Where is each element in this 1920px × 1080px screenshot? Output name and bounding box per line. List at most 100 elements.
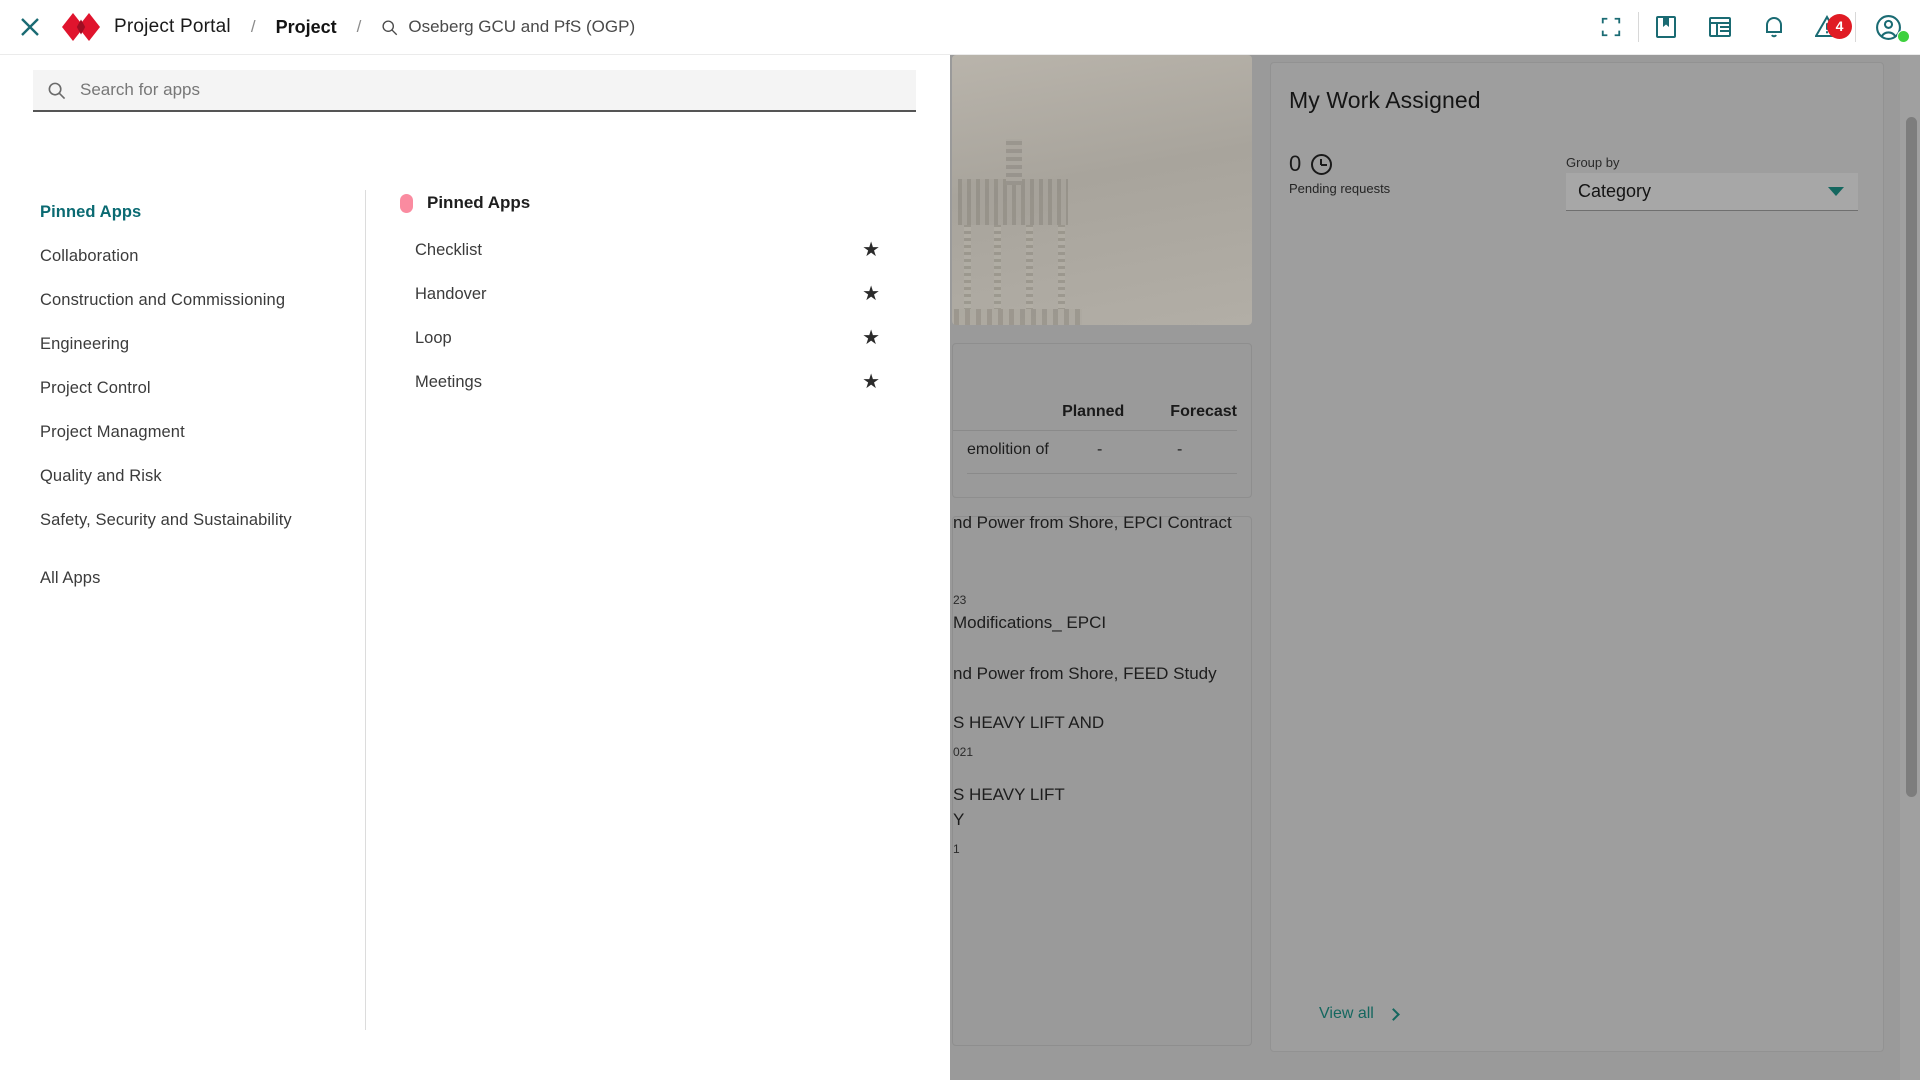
list-item-sub: 23: [953, 593, 967, 607]
list-item-title: nd Power from Shore, FEED Study: [953, 664, 1217, 683]
alerts-count-badge: 4: [1827, 13, 1852, 39]
list-item-sub: 021: [953, 745, 974, 759]
search-icon: [382, 19, 398, 35]
group-by-select[interactable]: Category: [1566, 173, 1858, 211]
sidebar-item-pinned-apps[interactable]: Pinned Apps: [40, 190, 330, 234]
category-label: Project Managment: [40, 422, 185, 441]
topbar-actions: 4: [1584, 0, 1920, 54]
table-cell-planned: -: [1097, 441, 1103, 458]
list-item-title: S HEAVY LIFT: [953, 785, 1065, 804]
app-name: Meetings: [415, 372, 482, 391]
pending-requests-label: Pending requests: [1289, 181, 1391, 196]
sidebar-item-all-apps[interactable]: All Apps: [40, 556, 330, 600]
list-item: S HEAVY LIFT Y 1: [953, 782, 1253, 856]
list-item-title: nd Power from Shore, EPCI Contract: [953, 513, 1232, 532]
app-item-handover[interactable]: Handover ★: [400, 272, 920, 316]
view-all-link[interactable]: View all: [1319, 1005, 1400, 1023]
clock-icon: [1311, 153, 1333, 175]
sidebar-item-collaboration[interactable]: Collaboration: [40, 234, 330, 278]
search-input[interactable]: [80, 80, 860, 100]
category-label: Engineering: [40, 334, 130, 353]
category-label: Collaboration: [40, 246, 139, 265]
close-icon[interactable]: [12, 9, 48, 45]
app-item-meetings[interactable]: Meetings ★: [400, 360, 920, 404]
apps-pane: Pinned Apps Checklist ★ Handover ★ Loop …: [400, 193, 920, 404]
list-item-title: S HEAVY LIFT AND: [953, 713, 1105, 732]
list-item: Modifications_ EPCI: [953, 610, 1253, 635]
breadcrumb-separator: /: [356, 17, 362, 36]
breadcrumb-project[interactable]: Project: [276, 17, 337, 38]
category-list: Pinned Apps Collaboration Construction a…: [40, 190, 330, 600]
search-icon: [48, 82, 66, 99]
list-item-title: Modifications_ EPCI: [953, 613, 1107, 632]
app-brand-title: Project Portal: [114, 16, 231, 37]
scrollbar-thumb[interactable]: [1906, 117, 1917, 797]
category-label: Safety, Security and Sustainability: [40, 510, 292, 529]
top-navigation-bar: Project Portal / Project / Oseberg GCU a…: [0, 0, 1920, 55]
platform-photo: [954, 139, 1084, 325]
app-item-checklist[interactable]: Checklist ★: [400, 228, 920, 272]
sidebar-item-project-managment[interactable]: Project Managment: [40, 410, 330, 454]
category-label: Pinned Apps: [40, 202, 142, 221]
list-item-title: Y: [953, 810, 965, 829]
app-name: Checklist: [415, 240, 482, 259]
group-by-value: Category: [1578, 181, 1652, 201]
app-item-loop[interactable]: Loop ★: [400, 316, 920, 360]
list-item: 23: [953, 583, 1253, 607]
table-cell-forecast: -: [1177, 441, 1183, 458]
app-root: View in One Equinor Planned Forecast emo…: [0, 0, 1920, 1080]
column-header-planned: Planned: [1062, 403, 1125, 420]
bookmark-icon[interactable]: [1639, 0, 1693, 55]
chevron-down-icon: [1828, 187, 1844, 196]
card-title: My Work Assigned: [1289, 87, 1481, 113]
star-icon[interactable]: ★: [862, 240, 880, 260]
star-icon[interactable]: ★: [862, 284, 880, 304]
category-label: Construction and Commissioning: [40, 290, 286, 309]
pending-count: 0: [1289, 151, 1333, 177]
list-item: nd Power from Shore, FEED Study: [953, 661, 1253, 686]
milestones-table-card: Planned Forecast emolition of - -: [952, 343, 1252, 498]
contracts-list-card: nd Power from Shore, EPCI Contract Modif…: [952, 513, 1253, 1046]
star-icon[interactable]: ★: [862, 372, 880, 392]
app-name: Handover: [415, 284, 487, 303]
pending-count-value: 0: [1289, 151, 1302, 176]
app-name: Loop: [415, 328, 452, 347]
table-row: emolition of - -: [967, 441, 1237, 474]
section-marker-icon: [400, 193, 413, 213]
table-header-row: Planned Forecast: [953, 403, 1237, 431]
apps-section-title: Pinned Apps: [427, 193, 531, 212]
category-label: Quality and Risk: [40, 466, 162, 485]
alerts-warning-icon[interactable]: 4: [1801, 0, 1855, 55]
apps-section-header: Pinned Apps: [400, 193, 920, 213]
breadcrumb-project-search[interactable]: Oseberg GCU and PfS (OGP): [381, 17, 635, 37]
table-view-icon[interactable]: [1693, 0, 1747, 55]
app-launcher-panel: Pinned Apps Collaboration Construction a…: [0, 55, 950, 1080]
search-apps-field[interactable]: [33, 70, 916, 112]
hero-photo-card: [952, 55, 1252, 325]
sidebar-item-construction-and-commissioning[interactable]: Construction and Commissioning: [40, 278, 330, 322]
online-status-dot: [1897, 29, 1910, 43]
view-all-label: View all: [1319, 1005, 1374, 1022]
category-label: All Apps: [40, 568, 101, 587]
user-avatar-icon[interactable]: [1856, 0, 1920, 55]
star-icon[interactable]: ★: [862, 328, 880, 348]
chevron-right-icon: [1386, 1007, 1400, 1021]
my-work-assigned-card: My Work Assigned 0 Pending requests Grou…: [1270, 62, 1884, 1052]
page-scrollbar[interactable]: [1900, 55, 1920, 1080]
breadcrumb-search-value: Oseberg GCU and PfS (OGP): [408, 17, 636, 36]
table-cell-label: emolition of: [967, 441, 1049, 458]
notifications-bell-icon[interactable]: [1747, 0, 1801, 55]
fullscreen-icon[interactable]: [1584, 0, 1638, 55]
equinor-logo-icon: [60, 12, 102, 42]
sidebar-item-quality-and-risk[interactable]: Quality and Risk: [40, 454, 330, 498]
sidebar-item-engineering[interactable]: Engineering: [40, 322, 330, 366]
list-item: S HEAVY LIFT AND 021: [953, 710, 1253, 759]
sidebar-item-safety-security-and-sustainability[interactable]: Safety, Security and Sustainability: [40, 498, 330, 542]
column-header-forecast: Forecast: [1170, 403, 1237, 420]
list-item-sub: 1: [953, 842, 960, 856]
sidebar-item-project-control[interactable]: Project Control: [40, 366, 330, 410]
category-label: Project Control: [40, 378, 151, 397]
panel-divider: [365, 190, 366, 1030]
breadcrumb-separator: /: [250, 17, 256, 36]
list-item: nd Power from Shore, EPCI Contract: [953, 510, 1253, 545]
